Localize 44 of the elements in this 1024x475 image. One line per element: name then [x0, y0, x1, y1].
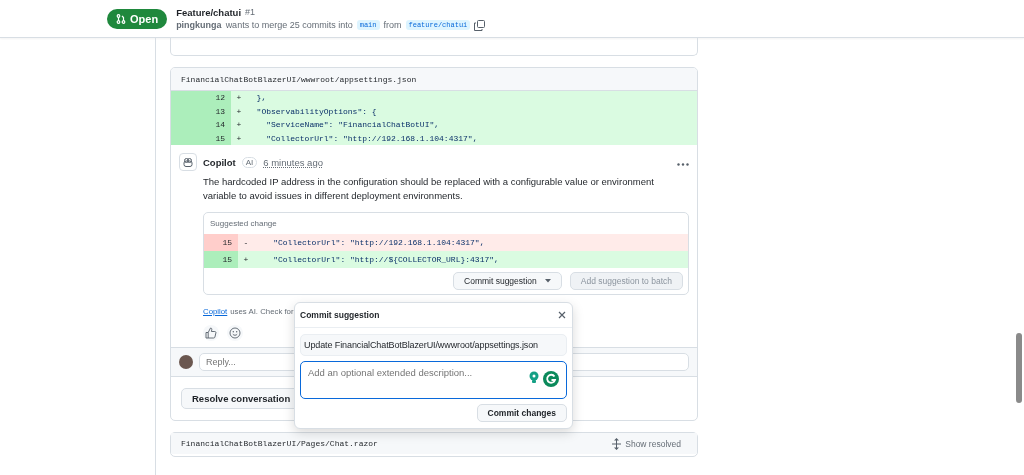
thumbs-up-icon[interactable] [203, 325, 219, 341]
diff-sign: + [235, 93, 243, 103]
show-resolved-button[interactable]: Show resolved [606, 436, 687, 451]
user-avatar [179, 355, 193, 369]
from-text: from [383, 20, 402, 30]
commit-changes-button[interactable]: Commit changes [476, 404, 567, 422]
suggestion-button[interactable]: Commit suggestion [453, 272, 562, 290]
file-path: FinancialChatBotBlazerUI/wwwroot/appsettings.json [181, 74, 417, 84]
description-field[interactable]: Add an optional extended description... [300, 361, 567, 399]
code-text: "ObservabilityOptions": { [255, 106, 377, 116]
line-number: 14 [171, 118, 231, 132]
diff-sign: + [235, 120, 243, 130]
commit-message-field[interactable]: Update FinancialChatBotBlazerUI/wwwroot/appsettings.json [300, 334, 567, 356]
code-text: }, [255, 93, 267, 103]
close-icon[interactable] [558, 309, 566, 321]
line-number: 15 [204, 234, 238, 251]
copy-icon[interactable] [474, 19, 486, 31]
diff-sign: + [235, 133, 243, 143]
diff-sign: + [235, 106, 243, 116]
code-text: "CollectorUrl": "http://192.168.1.104:4317", [272, 238, 485, 247]
robot-icon [179, 153, 197, 171]
lightbulb-icon[interactable] [528, 371, 540, 385]
pr-number: #1 [245, 7, 256, 17]
emoji-icon[interactable] [227, 325, 243, 341]
comment-time[interactable]: 6 minutes ago [263, 156, 323, 168]
merge-text: wants to merge 25 commits into [225, 20, 353, 30]
grammar-check-icon[interactable] [543, 371, 559, 387]
code-text: "ServiceName": "FinancialChatBotUI", [265, 120, 440, 130]
comment-author[interactable]: Copilot [203, 156, 236, 168]
line-number: 12 [171, 91, 231, 105]
diff-sign: - [242, 238, 250, 247]
status-badge: Open [107, 8, 168, 29]
line-number: 15 [204, 251, 238, 268]
pr-title: Feature/chatui [176, 6, 242, 18]
pull-request-icon [116, 13, 126, 24]
comment-text: The hardcoded IP address in the configuration should be replaced with a configurable value or environment variable to avoid issues in different deployment environments. [203, 175, 655, 203]
expand-icon [612, 437, 622, 450]
author-link[interactable]: pingkunga [176, 20, 222, 30]
code-text: "CollectorUrl": "http://${COLLECTOR_URL}:4317", [272, 255, 499, 264]
popup-title: Commit suggestion [300, 310, 380, 320]
suggestion-title: Suggested change [209, 218, 278, 230]
file-path: FinancialChatBotBlazerUI/Pages/Chat.razor [181, 439, 378, 448]
diff-sign: + [242, 255, 250, 264]
code-text: "CollectorUrl": "http://192.168.1.104:4317", [265, 133, 478, 143]
